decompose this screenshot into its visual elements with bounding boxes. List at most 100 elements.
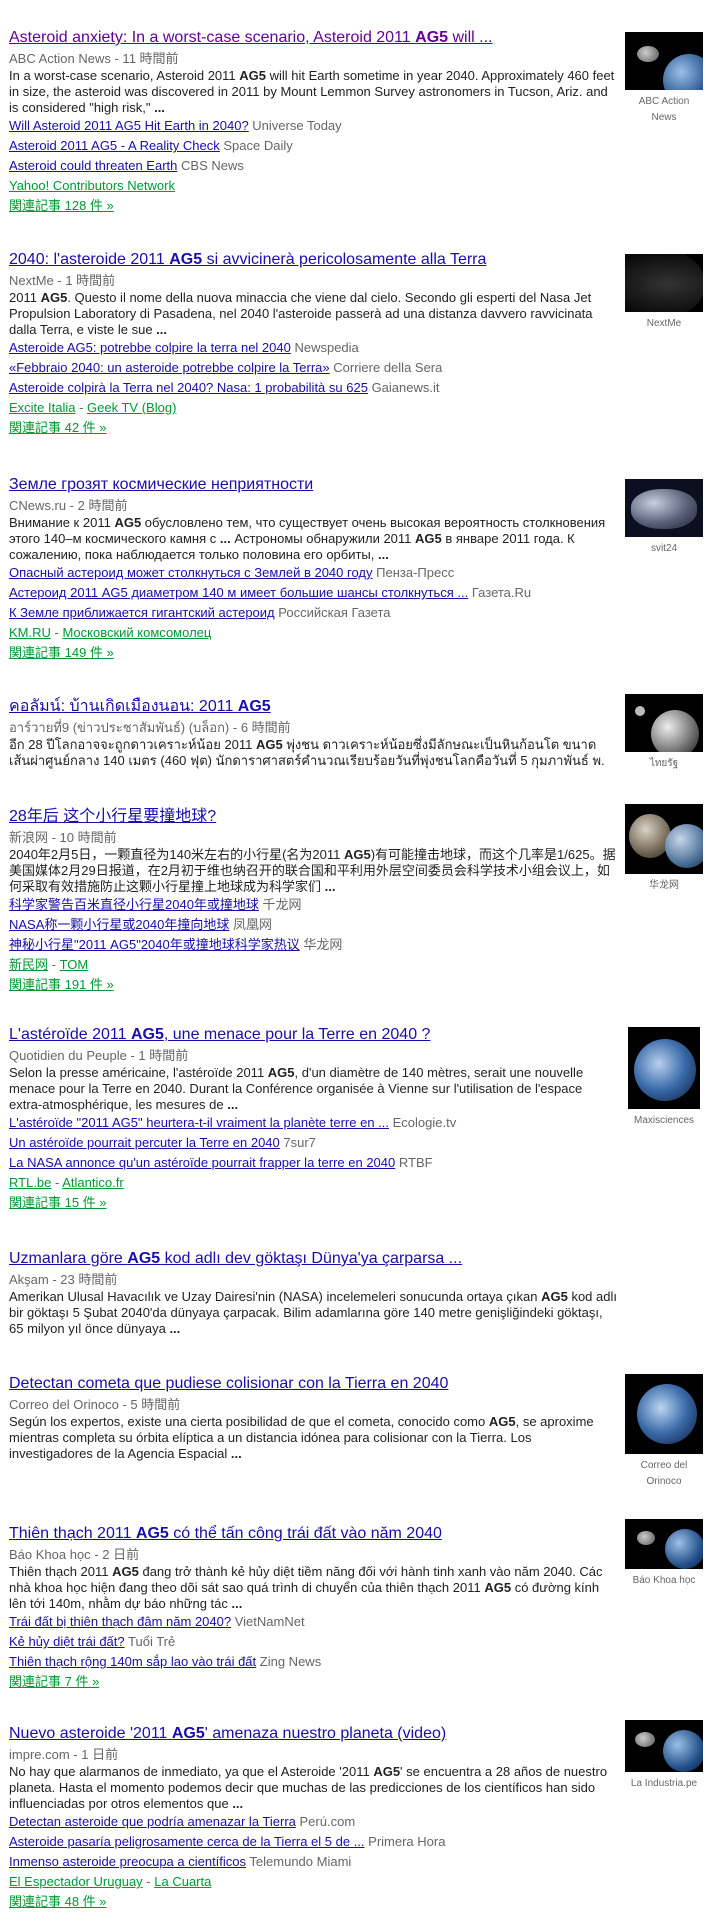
related-link[interactable]: Thiên thạch rộng 140m sắp lao vào trái đ… [9,1654,256,1669]
source-link[interactable]: Geek TV (Blog) [87,400,176,415]
related-link[interactable]: Asteroid 2011 AG5 - A Reality Check [9,138,220,153]
related-source: Российская Газета [278,605,391,620]
related-link[interactable]: К Земле приближается гигантский астероид [9,605,275,620]
dark-planet-image[interactable] [625,254,703,312]
related-article: 科学家警告百米直径小行星2040年或撞地球 千龙网 [9,895,617,915]
all-articles: 関連記事 7 件 » [9,1672,617,1692]
related-source: RTBF [398,1155,433,1170]
source-link[interactable]: TOM [60,957,89,972]
related-link[interactable]: Kẻ hủy diệt trái đất? [9,1634,125,1649]
story-snippet: 2011 AG5. Questo il nome della nuova min… [9,290,593,337]
related-article: Thiên thạch rộng 140m sắp lao vào trái đ… [9,1652,617,1672]
source-link[interactable]: 新民网 [9,957,48,972]
story-snippet: Amerikan Ulusal Havacılık ve Uzay Daires… [9,1289,617,1336]
thumbnail-caption: ABC Action News [638,96,690,123]
source-link[interactable]: El Espectador Uruguay [9,1874,143,1889]
related-link[interactable]: «Febbraio 2040: un asteroide potrebbe co… [9,360,330,375]
related-link[interactable]: Asteroide AG5: potrebbe colpire la terra… [9,340,291,355]
news-story: Maxisciences L'astéroïde 2011 AG5, une m… [9,1025,712,1249]
thumbnail-caption: La Industria.pe [630,1778,698,1789]
related-article: «Febbraio 2040: un asteroide potrebbe co… [9,358,617,378]
source-link[interactable]: KM.RU [9,625,51,640]
news-story: Correo del Orinoco Detectan cometa que p… [9,1374,712,1524]
all-articles-link[interactable]: 関連記事 128 件 » [9,198,114,213]
all-articles-link[interactable]: 関連記事 15 件 » [9,1195,107,1210]
earth-image[interactable] [625,1374,703,1454]
thumbnail-caption: 华龙网 [649,880,679,891]
story-title-link[interactable]: Nuevo asteroide '2011 AG5' amenaza nuest… [9,1724,446,1744]
asteroid-earth-image[interactable] [625,1720,703,1772]
related-link[interactable]: Will Asteroid 2011 AG5 Hit Earth in 2040… [9,118,249,133]
source-link[interactable]: Atlantico.fr [62,1175,123,1190]
earth-image[interactable] [628,1027,700,1109]
related-link[interactable]: 神秘小行星"2011 AG5"2040年或撞地球科学家热议 [9,937,300,952]
story-snippet: Según los expertos, existe una cierta po… [9,1414,594,1461]
story-thumbnail[interactable]: svit24 [625,479,703,557]
related-source: Ecologie.tv [392,1115,457,1130]
source-link[interactable]: Московский комсомолец [62,625,211,640]
story-snippet: Selon la presse américaine, l'astéroïde … [9,1065,584,1112]
related-link[interactable]: L'astéroïde "2011 AG5" heurtera-t-il vra… [9,1115,389,1130]
related-link[interactable]: Detectan asteroide que podría amenazar l… [9,1814,296,1829]
story-source: Báo Khoa học - 2 日前 [9,1547,140,1562]
related-source: Tuổi Trẻ [128,1634,176,1649]
asteroid-image[interactable] [625,479,703,537]
related-article: Trái đất bị thiên thạch đâm năm 2040? Vi… [9,1612,617,1632]
source-link[interactable]: Excite Italia [9,400,75,415]
asteroid-earth-image[interactable] [625,32,703,90]
story-title-link[interactable]: 28年后 这个小行星要撞地球? [9,807,216,827]
source-link[interactable]: Yahoo! Contributors Network [9,178,175,193]
story-thumbnail[interactable]: Correo del Orinoco [625,1374,703,1490]
story-title-link[interactable]: L'astéroïde 2011 AG5, une menace pour la… [9,1025,430,1045]
related-article: Asteroid 2011 AG5 - A Reality Check Spac… [9,136,617,156]
more-sources: Excite Italia - Geek TV (Blog) [9,400,177,415]
all-articles-link[interactable]: 関連記事 7 件 » [9,1674,99,1689]
related-article: L'astéroïde "2011 AG5" heurtera-t-il vra… [9,1113,617,1133]
related-link[interactable]: Trái đất bị thiên thạch đâm năm 2040? [9,1614,231,1629]
story-source: ABC Action News - 11 時間前 [9,51,179,66]
story-thumbnail[interactable]: Báo Khoa học [625,1519,703,1589]
story-thumbnail[interactable]: NextMe [625,254,703,332]
story-title-link[interactable]: 2040: l'asteroide 2011 AG5 si avvicinerà… [9,250,486,270]
related-link[interactable]: Астероид 2011 AG5 диаметром 140 м имеет … [9,585,468,600]
planet-moon-image[interactable] [625,694,703,752]
related-link[interactable]: Inmenso asteroide preocupa a científicos [9,1854,246,1869]
story-snippet: Внимание к 2011 AG5 обусловлено тем, что… [9,515,606,562]
related-link[interactable]: Asteroid could threaten Earth [9,158,177,173]
news-story: 华龙网 28年后 这个小行星要撞地球? 新浪网 - 10 時間前 2040年2月… [9,804,712,1025]
all-articles: 関連記事 191 件 » [9,975,617,995]
related-article: К Земле приближается гигантский астероид… [9,603,617,623]
source-link[interactable]: La Cuarta [154,1874,211,1889]
related-link[interactable]: Опасный астероид может столкнуться с Зем… [9,565,373,580]
story-title-link[interactable]: Земле грозят космические неприятности [9,475,313,495]
related-link[interactable]: 科学家警告百米直径小行星2040年或撞地球 [9,897,259,912]
related-link[interactable]: Asteroide colpirà la Terra nel 2040? Nas… [9,380,368,395]
story-thumbnail[interactable]: ABC Action News [625,32,703,126]
story-title-link[interactable]: Uzmanlara göre AG5 kod adlı dev göktaşı … [9,1249,462,1269]
all-articles: 関連記事 42 件 » [9,418,617,438]
story-snippet: 2040年2月5日，一颗直径为140米左右的小行星(名为2011 AG5)有可能… [9,847,616,894]
story-title-link[interactable]: คอลัมน์: บ้านเกิดเมืองนอน: 2011 AG5 [9,697,271,717]
related-source: Corriere della Sera [333,360,443,375]
story-thumbnail[interactable]: La Industria.pe [625,1720,703,1792]
related-link[interactable]: La NASA annonce qu'un astéroïde pourrait… [9,1155,395,1170]
all-articles-link[interactable]: 関連記事 191 件 » [9,977,114,992]
related-link[interactable]: NASA称一颗小行星或2040年撞向地球 [9,917,229,932]
story-snippet: Thiên thạch 2011 AG5 đang trở thành kẻ h… [9,1564,603,1611]
source-link[interactable]: RTL.be [9,1175,51,1190]
asteroid-earth-image[interactable] [625,1519,703,1569]
story-thumbnail[interactable]: 华龙网 [625,804,703,894]
related-source: Primera Hora [368,1834,446,1849]
related-link[interactable]: Asteroide pasaría peligrosamente cerca d… [9,1834,365,1849]
story-title-link[interactable]: Thiên thạch 2011 AG5 có thể tấn công trá… [9,1524,442,1544]
all-articles-link[interactable]: 関連記事 42 件 » [9,420,107,435]
all-articles-link[interactable]: 関連記事 149 件 » [9,645,114,660]
story-thumbnail[interactable]: Maxisciences [625,1027,703,1129]
related-source: Telemundo Miami [249,1854,352,1869]
story-title-link[interactable]: Detectan cometa que pudiese colisionar c… [9,1374,448,1394]
story-thumbnail[interactable]: ไทยรัฐ [625,694,703,772]
asteroid-image[interactable] [625,804,703,874]
story-title-link[interactable]: Asteroid anxiety: In a worst-case scenar… [9,28,493,48]
story-source: 新浪网 - 10 時間前 [9,830,117,845]
related-link[interactable]: Un astéroïde pourrait percuter la Terre … [9,1135,280,1150]
